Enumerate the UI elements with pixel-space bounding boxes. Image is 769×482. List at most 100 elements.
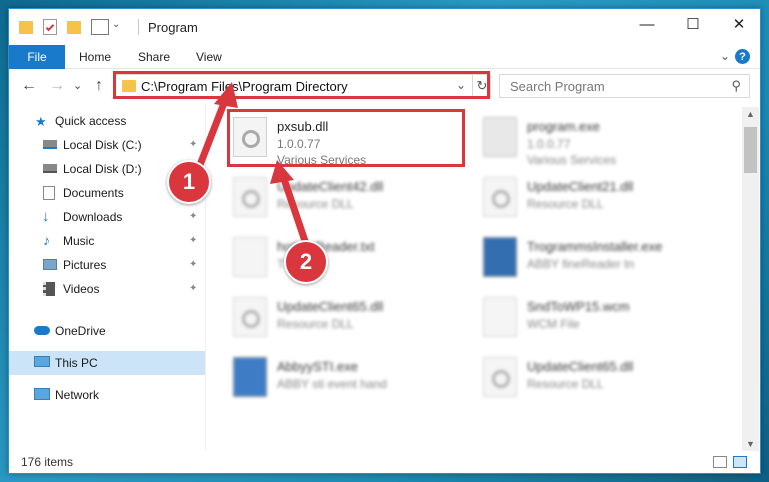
sidebar-item-label: OneDrive (55, 324, 106, 338)
pane-divider (205, 103, 206, 451)
forward-button[interactable]: → (49, 77, 65, 95)
callout-1-badge: 1 (167, 160, 211, 204)
file-item[interactable]: program.exe 1.0.0.77 Various Services (483, 113, 733, 167)
file-description: WCM File (527, 317, 580, 331)
help-icon[interactable]: ? (735, 49, 750, 64)
scroll-thumb[interactable] (744, 127, 757, 173)
sidebar-item-onedrive[interactable]: OneDrive (9, 319, 205, 343)
file-description: ABBY sti event hand (277, 377, 387, 391)
sidebar-item-label: Music (63, 234, 95, 248)
videos-icon (43, 282, 55, 296)
search-input[interactable]: Search Program ⚲ (499, 74, 750, 98)
star-icon: ★ (35, 114, 47, 129)
sidebar-item-network[interactable]: Network (9, 383, 205, 407)
back-button[interactable]: ← (21, 77, 37, 95)
file-item[interactable]: hotlineReader.txt T (233, 233, 483, 285)
exe-file-icon (483, 117, 517, 157)
file-name: program.exe (527, 119, 600, 134)
search-placeholder: Search Program (510, 79, 605, 94)
tab-home[interactable]: Home (79, 50, 111, 64)
sidebar-item-label: Pictures (63, 258, 107, 272)
large-icons-view-icon[interactable] (733, 456, 747, 468)
new-folder-icon[interactable] (67, 21, 81, 34)
file-description: Resource DLL (527, 197, 604, 211)
item-count: 176 items (21, 455, 74, 469)
pin-icon[interactable]: ✦ (189, 259, 197, 270)
dll-file-icon (483, 177, 517, 217)
cloud-icon (34, 326, 50, 335)
sidebar-item-label: Local Disk (C:) (63, 138, 142, 152)
exe-file-icon (233, 357, 267, 397)
sidebar-item-label: Videos (63, 282, 100, 296)
sidebar-item-label: This PC (55, 356, 98, 370)
properties-icon[interactable] (43, 19, 57, 35)
sidebar-item-this-pc[interactable]: This PC (9, 351, 205, 375)
checkmark-icon (45, 22, 55, 32)
maximize-button[interactable]: ☐ (670, 9, 716, 39)
computer-icon (34, 356, 50, 367)
title-bar: ⌄ Program — ☐ ✕ (9, 9, 760, 45)
file-item[interactable]: AbbyySTI.exe ABBY sti event hand (233, 353, 483, 405)
chevron-down-icon[interactable]: ⌄ (112, 19, 120, 30)
download-icon: ↓ (42, 208, 50, 225)
file-name: AbbyySTI.exe (277, 359, 358, 374)
expand-ribbon-icon[interactable]: ⌄ (720, 49, 730, 63)
file-name: UpdateClient21.dll (527, 179, 634, 194)
music-icon: ♪ (43, 232, 50, 248)
ribbon-tabs: File Home Share View ⌄ ? (9, 45, 760, 69)
details-view-icon[interactable] (713, 456, 727, 468)
pin-icon[interactable]: ✦ (189, 211, 197, 222)
tab-file[interactable]: File (9, 45, 65, 69)
close-button[interactable]: ✕ (716, 9, 762, 39)
scroll-up-icon[interactable]: ▲ (746, 109, 755, 119)
vertical-scrollbar[interactable]: ▲ ▼ (742, 107, 759, 451)
up-button[interactable]: ↑ (95, 77, 103, 95)
sidebar-item-pictures[interactable]: Pictures ✦ (9, 253, 205, 277)
sidebar-item-local-disk-c[interactable]: Local Disk (C:) ✦ (9, 133, 205, 157)
scroll-down-icon[interactable]: ▼ (746, 439, 755, 449)
file-version: 1.0.0.77 (527, 137, 571, 151)
file-name: SndToWP15.wcm (527, 299, 630, 314)
txt-file-icon (233, 237, 267, 277)
dll-file-icon (233, 177, 267, 217)
drive-icon (43, 140, 57, 149)
customize-toolbar-icon[interactable] (91, 19, 109, 35)
callout-2-badge: 2 (284, 240, 328, 284)
folder-icon (19, 21, 33, 34)
file-item[interactable]: UpdateClient42.dll Resource DLL (233, 173, 483, 225)
file-item[interactable]: UpdateClient21.dll Resource DLL (483, 173, 733, 225)
recent-locations-button[interactable]: ⌄ (73, 79, 82, 92)
gear-icon (242, 190, 260, 208)
status-bar: 176 items (9, 451, 760, 473)
sidebar-item-videos[interactable]: Videos ✦ (9, 277, 205, 301)
file-item[interactable]: UpdateClient65.dll Resource DLL (233, 293, 483, 345)
network-icon (34, 388, 50, 400)
window-title: Program (148, 20, 198, 35)
address-bar-highlight (113, 71, 490, 99)
dll-file-icon (483, 357, 517, 397)
pin-icon[interactable]: ✦ (189, 235, 197, 246)
tab-view[interactable]: View (196, 50, 222, 64)
search-icon[interactable]: ⚲ (731, 78, 741, 94)
minimize-button[interactable]: — (624, 9, 670, 39)
gear-icon (492, 190, 510, 208)
file-item[interactable]: UpdateClient65.dll Resource DLL (483, 353, 733, 405)
file-description: ABBY fineReader tn (527, 257, 635, 271)
file-item[interactable]: SndToWP15.wcm WCM File (483, 293, 733, 345)
pin-icon[interactable]: ✦ (189, 139, 197, 150)
file-description: Various Services (527, 153, 617, 167)
sidebar-item-quick-access[interactable]: ★ Quick access (9, 109, 205, 133)
file-highlight (227, 109, 465, 167)
file-description: Resource DLL (277, 197, 354, 211)
sidebar-item-label: Quick access (55, 114, 127, 128)
drive-icon (43, 164, 57, 173)
sidebar-item-music[interactable]: ♪ Music ✦ (9, 229, 205, 253)
file-description: Resource DLL (277, 317, 354, 331)
gear-icon (242, 310, 260, 328)
sidebar-item-downloads[interactable]: ↓ Downloads ✦ (9, 205, 205, 229)
file-name: UpdateClient65.dll (277, 299, 384, 314)
pin-icon[interactable]: ✦ (189, 283, 197, 294)
tab-share[interactable]: Share (138, 50, 170, 64)
file-item[interactable]: TrogrammsInstaller.exe ABBY fineReader t… (483, 233, 733, 285)
wcm-file-icon (483, 297, 517, 337)
